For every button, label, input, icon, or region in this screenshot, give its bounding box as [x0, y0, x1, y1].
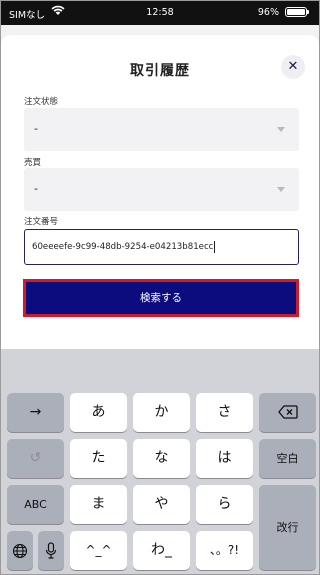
- search-button[interactable]: 検索する: [23, 279, 299, 317]
- globe-icon: [12, 543, 28, 559]
- buy-sell-value: -: [34, 182, 38, 195]
- delete-icon: [277, 404, 298, 420]
- close-button[interactable]: ✕: [281, 55, 305, 79]
- trade-history-sheet: 取引履歴 ✕ 注文状態 - 売買 - 注文番号 60eeeefe-9c99-48…: [1, 35, 319, 355]
- kana-key-ta[interactable]: た: [70, 439, 127, 478]
- kana-key-sa[interactable]: さ: [196, 393, 253, 432]
- phone-screen: SIMなし 12:58 96% 取引履歴 ✕ 注文状態 - 売買 - 注文番号 …: [0, 0, 320, 575]
- kana-key-ya[interactable]: や: [133, 485, 190, 524]
- delete-key[interactable]: [259, 393, 316, 432]
- arrow-key[interactable]: →: [7, 393, 64, 432]
- close-icon: ✕: [287, 59, 299, 74]
- mic-key[interactable]: [38, 531, 64, 570]
- buy-sell-select[interactable]: -: [24, 168, 299, 211]
- battery-icon: [285, 7, 309, 17]
- order-status-select[interactable]: -: [24, 108, 299, 151]
- kana-key-wa[interactable]: わ_: [133, 531, 190, 570]
- kana-key-punctuation[interactable]: 、。?!: [196, 531, 253, 570]
- kana-key-ma[interactable]: ま: [70, 485, 127, 524]
- kana-key-ra[interactable]: ら: [196, 485, 253, 524]
- undo-icon: ↺: [29, 450, 42, 466]
- kana-key-ka[interactable]: か: [133, 393, 190, 432]
- kana-key-emoticon[interactable]: ^_^: [70, 531, 127, 570]
- battery-percent: 96%: [257, 7, 279, 18]
- globe-key[interactable]: [7, 531, 33, 570]
- text-caret: [214, 240, 216, 253]
- undo-key[interactable]: ↺: [7, 439, 64, 478]
- order-status-value: -: [34, 122, 38, 135]
- status-bar: SIMなし 12:58 96%: [1, 1, 319, 25]
- order-number-value: 60eeeefe-9c99-48db-9254-e04213b81ecc: [32, 242, 214, 252]
- chevron-down-icon: [277, 127, 285, 132]
- microphone-icon: [45, 542, 57, 559]
- abc-key[interactable]: ABC: [7, 485, 64, 524]
- japanese-keyboard: → あ か さ ↺ た な は 空白 ABC ま や ら 改行 ^_^ わ_ 、…: [1, 349, 319, 574]
- return-key[interactable]: 改行: [259, 485, 316, 570]
- order-number-label: 注文番号: [24, 217, 59, 227]
- space-key[interactable]: 空白: [259, 439, 316, 478]
- order-status-label: 注文状態: [24, 97, 59, 107]
- order-number-input[interactable]: 60eeeefe-9c99-48db-9254-e04213b81ecc: [24, 229, 299, 265]
- kana-key-a[interactable]: あ: [70, 393, 127, 432]
- arrow-right-icon: →: [29, 404, 42, 420]
- chevron-down-icon: [277, 187, 285, 192]
- buy-sell-label: 売買: [24, 158, 42, 168]
- kana-key-na[interactable]: な: [133, 439, 190, 478]
- kana-key-ha[interactable]: は: [196, 439, 253, 478]
- sheet-title: 取引履歴: [130, 63, 190, 79]
